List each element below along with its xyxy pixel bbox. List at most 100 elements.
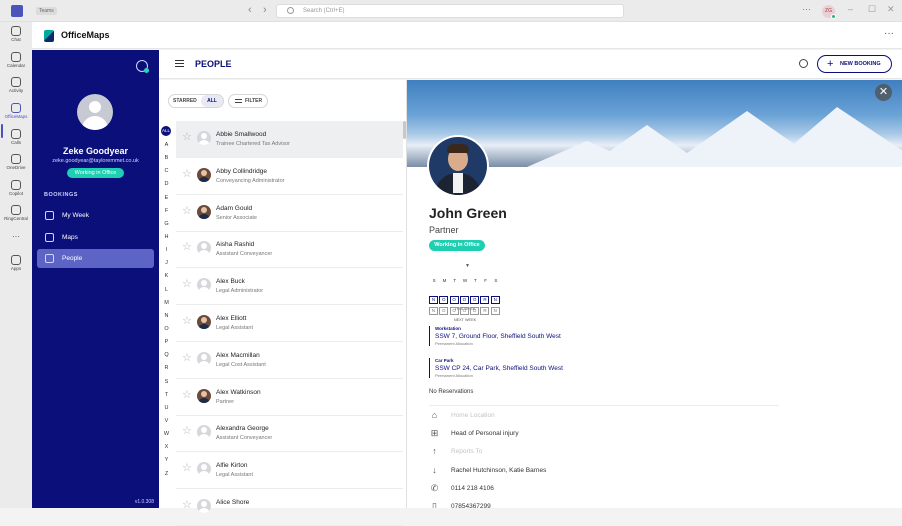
- day-cell[interactable]: O: [449, 307, 459, 315]
- alphabet-letter[interactable]: L: [161, 284, 172, 297]
- alphabet-letter[interactable]: F: [161, 205, 172, 218]
- rail-item-activity[interactable]: Activity: [0, 77, 32, 93]
- rail-item-more[interactable]: ···: [0, 233, 32, 244]
- rail-item-onedrive[interactable]: OneDrive: [0, 154, 32, 170]
- rail-item-apps[interactable]: Apps: [0, 255, 32, 271]
- list-scrollbar[interactable]: [403, 121, 406, 139]
- starred-option[interactable]: STARRED: [173, 98, 197, 104]
- search-icon[interactable]: [799, 59, 808, 68]
- filter-button[interactable]: FILTER: [228, 94, 268, 108]
- info-text[interactable]: Head of Personal injury: [451, 430, 519, 437]
- forward-icon[interactable]: ›: [263, 4, 267, 16]
- alphabet-letter[interactable]: E: [161, 192, 172, 205]
- star-icon[interactable]: ☆: [182, 205, 192, 217]
- menu-icon[interactable]: [175, 60, 184, 67]
- close-window-icon[interactable]: ✕: [887, 4, 895, 15]
- minimize-icon[interactable]: –: [848, 4, 853, 14]
- list-item[interactable]: ☆ Aisha Rashid Assistant Conveyancer: [176, 231, 403, 269]
- starred-all-toggle[interactable]: STARRED ALL: [168, 94, 224, 108]
- app-more-icon[interactable]: ···: [884, 28, 894, 39]
- alphabet-letter[interactable]: A: [161, 139, 172, 152]
- day-cell[interactable]: R: [480, 307, 490, 315]
- alphabet-letter[interactable]: Z: [161, 468, 172, 481]
- alphabet-letter[interactable]: Q: [161, 349, 172, 362]
- user-status-badge[interactable]: Working in Office: [67, 168, 124, 178]
- day-cell[interactable]: N: [429, 307, 438, 315]
- list-item[interactable]: ☆ Alex Macmillan Legal Cost Assistant: [176, 342, 403, 379]
- star-icon[interactable]: ☆: [182, 242, 192, 253]
- star-icon[interactable]: ☆: [182, 352, 192, 364]
- alphabet-letter[interactable]: X: [161, 441, 172, 454]
- person-name: Aisha Rashid: [216, 241, 255, 249]
- alphabet-letter[interactable]: G: [161, 218, 172, 231]
- rail-item-officemaps[interactable]: OfficeMaps: [0, 103, 32, 119]
- day-cell[interactable]: O: [470, 307, 480, 315]
- divider: [429, 405, 779, 406]
- alphabet-letter[interactable]: ALL: [161, 126, 171, 136]
- star-icon[interactable]: ☆: [182, 389, 192, 401]
- alphabet-letter[interactable]: V: [161, 415, 172, 428]
- rail-item-chat[interactable]: Chat: [0, 26, 32, 42]
- alphabet-letter[interactable]: H: [161, 231, 172, 244]
- new-booking-button[interactable]: + NEW BOOKING: [817, 55, 892, 73]
- alphabet-letter[interactable]: D: [161, 178, 172, 191]
- alphabet-letter[interactable]: I: [161, 244, 172, 257]
- list-item[interactable]: ☆ Alfie Kirton Legal Assistant: [176, 452, 403, 490]
- maximize-icon[interactable]: ☐: [868, 4, 876, 15]
- info-text[interactable]: Rachel Hutchinson, Katie Barnes: [451, 467, 546, 474]
- search-input[interactable]: Search (Ctrl+E): [276, 4, 624, 18]
- day-cell[interactable]: N: [490, 307, 500, 315]
- alphabet-letter[interactable]: M: [161, 297, 172, 310]
- sidebar-item-people[interactable]: People: [37, 249, 154, 268]
- star-icon[interactable]: ☆: [182, 132, 192, 143]
- star-icon[interactable]: ☆: [182, 426, 192, 437]
- star-icon[interactable]: ☆: [182, 500, 192, 511]
- alphabet-letter[interactable]: S: [161, 376, 172, 389]
- alphabet-letter[interactable]: O: [161, 323, 172, 336]
- list-item[interactable]: ☆ Abby Collindridge Conveyancing Administr…: [176, 158, 403, 195]
- alphabet-letter[interactable]: P: [161, 336, 172, 349]
- alphabet-letter[interactable]: C: [161, 165, 172, 178]
- map-icon: [45, 233, 54, 242]
- alphabet-letter[interactable]: W: [161, 428, 172, 441]
- alphabet-letter[interactable]: U: [161, 402, 172, 415]
- star-icon[interactable]: ☆: [182, 168, 192, 180]
- alphabet-letter[interactable]: K: [161, 270, 172, 283]
- settings-icon[interactable]: [136, 60, 149, 73]
- phone-icon: [11, 129, 21, 139]
- day-cell[interactable]: O: [439, 307, 449, 315]
- list-item[interactable]: ☆ Alex Elliott Legal Assistant: [176, 305, 403, 342]
- back-icon[interactable]: ‹: [248, 4, 252, 16]
- info-text[interactable]: 07854367299: [451, 503, 491, 508]
- alphabet-letter[interactable]: T: [161, 389, 172, 402]
- sidebar-item-my-week[interactable]: My Week: [37, 206, 154, 225]
- info-text[interactable]: 0114 218 4106: [451, 485, 494, 492]
- list-item[interactable]: ☆ Alex Watkinson Partner: [176, 379, 403, 416]
- list-item[interactable]: ☆ Alex Buck Legal Administrator: [176, 268, 403, 306]
- list-item[interactable]: ☆ Alexandra George Assistant Conveyancer: [176, 415, 403, 453]
- rail-item-calls[interactable]: Calls: [0, 129, 32, 145]
- rail-item-copilot[interactable]: Copilot: [0, 180, 32, 196]
- alphabet-letter[interactable]: B: [161, 152, 172, 165]
- list-item[interactable]: ☆ Adam Gould Senior Associate: [176, 195, 403, 232]
- alphabet-letter[interactable]: N: [161, 310, 172, 323]
- day-cell[interactable]: O: [459, 307, 469, 315]
- list-item[interactable]: ☆ Abbie Smallwood Trainee Chartered Tax Ad…: [176, 121, 403, 158]
- more-options-icon[interactable]: ···: [802, 4, 811, 14]
- sidebar-item-maps[interactable]: Maps: [37, 228, 154, 247]
- star-icon[interactable]: ☆: [182, 316, 192, 327]
- rail-item-ringcentral[interactable]: RingCentral: [0, 205, 32, 221]
- alphabet-letter[interactable]: R: [161, 362, 172, 375]
- avatar[interactable]: ZG: [822, 5, 836, 19]
- allocation-value[interactable]: SSW CP 24, Car Park, Sheffield South Wes…: [435, 365, 569, 372]
- close-detail-button[interactable]: ✕: [875, 84, 892, 101]
- star-icon[interactable]: ☆: [182, 279, 192, 290]
- star-icon[interactable]: ☆: [182, 463, 192, 474]
- info-row: ⌂ Home Location: [429, 410, 729, 422]
- allocation-value[interactable]: SSW 7, Ground Floor, Sheffield South Wes…: [435, 333, 569, 340]
- alphabet-letter[interactable]: J: [161, 257, 172, 270]
- alphabet-letter[interactable]: Y: [161, 454, 172, 467]
- rail-item-calendar[interactable]: Calendar: [0, 52, 32, 68]
- all-option[interactable]: ALL: [201, 95, 223, 107]
- info-row: ▯ 07854367299: [429, 501, 729, 509]
